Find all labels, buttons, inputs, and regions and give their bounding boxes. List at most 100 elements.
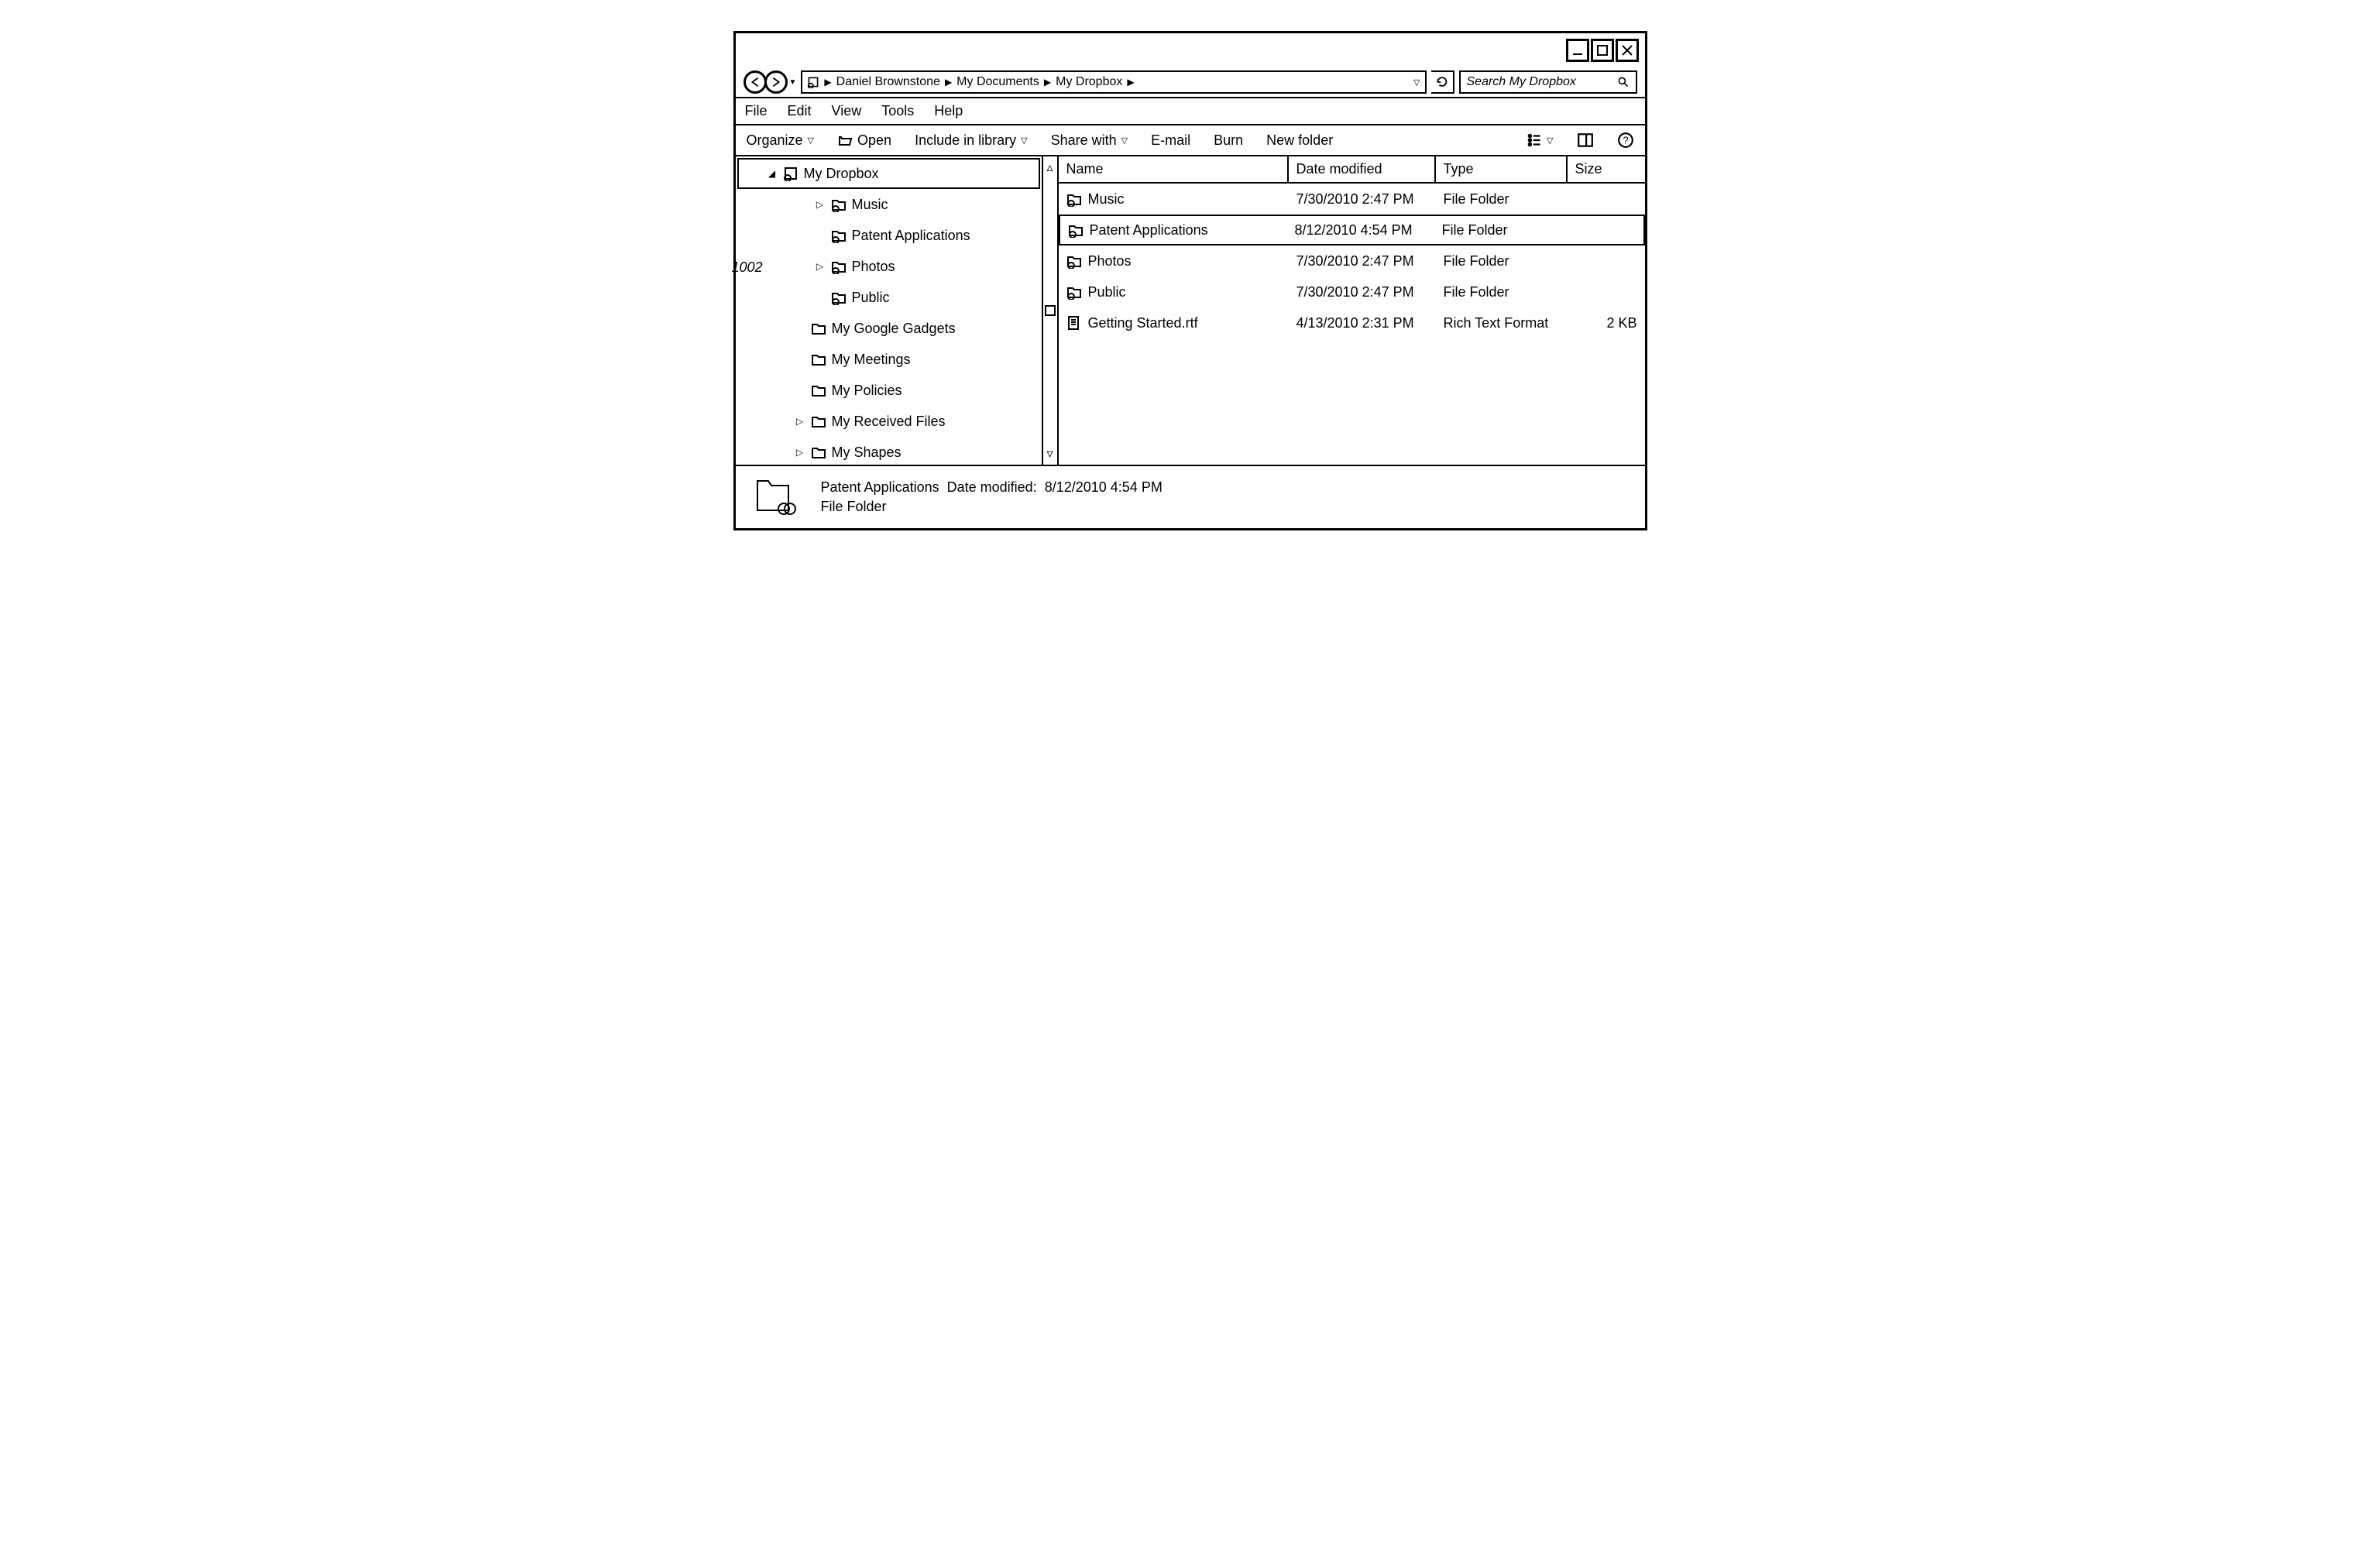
organize-button[interactable]: Organize ▽ — [747, 132, 815, 149]
menu-view[interactable]: View — [832, 103, 862, 119]
folder-icon — [810, 352, 827, 367]
column-headers: Name Date modified Type Size — [1059, 156, 1645, 184]
chevron-right-icon: ▶ — [1127, 77, 1134, 88]
sync-folder-icon — [830, 290, 847, 305]
tree-toggle-icon[interactable]: ▷ — [815, 261, 826, 272]
help-button[interactable] — [1617, 132, 1634, 149]
breadcrumb-dropdown[interactable]: ▽ — [1413, 77, 1420, 88]
tree-item[interactable]: ▷ My Received Files — [736, 406, 1042, 437]
tree-item[interactable]: ▷ My Shapes — [736, 437, 1042, 468]
breadcrumb-segment[interactable]: My Dropbox — [1056, 75, 1122, 89]
details-date: 8/12/2010 4:54 PM — [1045, 479, 1163, 495]
file-size: 2 KB — [1568, 315, 1645, 331]
tree-item-label: My Received Files — [832, 414, 946, 430]
tree-item[interactable]: Patent Applications — [736, 220, 1042, 251]
column-type[interactable]: Type — [1436, 156, 1568, 182]
open-button[interactable]: Open — [837, 132, 891, 149]
callout-annotation: 1002 — [732, 259, 763, 276]
menubar: File Edit View Tools Help — [736, 97, 1645, 125]
sync-folder-icon — [1066, 284, 1082, 300]
column-date[interactable]: Date modified — [1289, 156, 1436, 182]
sync-folder-icon — [830, 259, 847, 274]
search-input[interactable]: Search My Dropbox — [1459, 70, 1637, 94]
maximize-button[interactable] — [1591, 39, 1614, 62]
file-type: File Folder — [1436, 284, 1568, 300]
tree-toggle-icon[interactable]: ▷ — [815, 199, 826, 210]
dropbox-icon — [782, 166, 799, 181]
minimize-button[interactable] — [1566, 39, 1589, 62]
file-row[interactable]: Patent Applications8/12/2010 4:54 PMFile… — [1059, 215, 1645, 245]
share-with-button[interactable]: Share with ▽ — [1051, 132, 1128, 149]
sync-folder-icon — [1068, 222, 1084, 238]
menu-tools[interactable]: Tools — [881, 103, 914, 119]
titlebar — [736, 33, 1645, 67]
back-button[interactable] — [744, 70, 767, 94]
file-row[interactable]: Getting Started.rtf4/13/2010 2:31 PMRich… — [1059, 307, 1645, 338]
chevron-right-icon: ▶ — [824, 77, 831, 88]
scroll-down-icon[interactable]: ▿ — [1046, 446, 1053, 462]
menu-file[interactable]: File — [745, 103, 768, 119]
include-library-button[interactable]: Include in library ▽ — [915, 132, 1028, 149]
sync-folder-icon — [830, 228, 847, 243]
file-date: 7/30/2010 2:47 PM — [1289, 253, 1436, 269]
history-dropdown[interactable]: ▼ — [789, 78, 797, 87]
breadcrumb[interactable]: ▶ Daniel Brownstone ▶ My Documents ▶ My … — [801, 70, 1426, 94]
search-placeholder: Search My Dropbox — [1467, 75, 1576, 89]
details-pane: Patent Applications Date modified: 8/12/… — [736, 466, 1645, 528]
refresh-button[interactable] — [1431, 70, 1454, 94]
file-date: 4/13/2010 2:31 PM — [1289, 315, 1436, 331]
file-row[interactable]: Music 7/30/2010 2:47 PMFile Folder — [1059, 184, 1645, 215]
breadcrumb-segment[interactable]: My Documents — [956, 75, 1039, 89]
forward-button[interactable] — [764, 70, 788, 94]
scroll-up-icon[interactable]: ▵ — [1046, 160, 1053, 175]
tree-item-label: Public — [852, 290, 890, 306]
tree-item[interactable]: ▷ Music — [736, 189, 1042, 220]
email-button[interactable]: E-mail — [1151, 132, 1190, 149]
navbar: ▼ ▶ Daniel Brownstone ▶ My Documents ▶ M… — [736, 67, 1645, 97]
tree-scrollbar[interactable]: ▵ ▿ — [1042, 156, 1057, 465]
search-icon — [1617, 76, 1630, 88]
menu-edit[interactable]: Edit — [788, 103, 812, 119]
file-row[interactable]: Photos7/30/2010 2:47 PMFile Folder — [1059, 245, 1645, 276]
column-name[interactable]: Name — [1059, 156, 1289, 182]
new-folder-button[interactable]: New folder — [1266, 132, 1333, 149]
file-date: 7/30/2010 2:47 PM — [1289, 191, 1436, 208]
file-name: Public — [1088, 284, 1126, 300]
file-name: Music — [1088, 191, 1125, 208]
tree-item-label: My Policies — [832, 383, 902, 399]
chevron-right-icon: ▶ — [1044, 77, 1051, 88]
tree-item[interactable]: ◢My Dropbox — [737, 158, 1040, 189]
file-name: Patent Applications — [1090, 222, 1208, 239]
tree-item[interactable]: My Policies — [736, 375, 1042, 406]
tree-item-label: My Google Gadgets — [832, 321, 956, 337]
folder-open-icon — [837, 132, 853, 148]
file-row[interactable]: Public 7/30/2010 2:47 PMFile Folder — [1059, 276, 1645, 307]
tree-toggle-icon[interactable]: ▷ — [795, 416, 805, 427]
file-date: 8/12/2010 4:54 PM — [1287, 222, 1434, 239]
dropbox-icon — [807, 76, 819, 88]
tree-item[interactable]: My Google Gadgets — [736, 313, 1042, 344]
chevron-right-icon: ▶ — [945, 77, 952, 88]
file-type: File Folder — [1436, 191, 1568, 208]
tree-item-label: Music — [852, 197, 888, 213]
file-date: 7/30/2010 2:47 PM — [1289, 284, 1436, 300]
view-options-button[interactable]: ▽ — [1527, 132, 1553, 149]
sync-folder-icon — [1066, 191, 1082, 207]
breadcrumb-segment[interactable]: Daniel Brownstone — [836, 75, 940, 89]
tree-toggle-icon[interactable]: ▷ — [795, 447, 805, 458]
close-button[interactable] — [1616, 39, 1639, 62]
tree-item-label: Patent Applications — [852, 228, 970, 244]
burn-button[interactable]: Burn — [1214, 132, 1243, 149]
column-size[interactable]: Size — [1568, 156, 1645, 182]
scroll-thumb[interactable] — [1045, 305, 1056, 316]
rtf-icon — [1066, 315, 1082, 331]
tree-item[interactable]: My Meetings — [736, 344, 1042, 375]
file-list: Name Date modified Type Size Music 7/30/2… — [1057, 156, 1645, 465]
tree-item[interactable]: ▷Photos — [736, 251, 1042, 282]
tree-toggle-icon[interactable]: ◢ — [767, 168, 778, 179]
folder-shared-icon — [751, 476, 798, 519]
preview-pane-button[interactable] — [1577, 132, 1594, 149]
tree-item-label: My Shapes — [832, 445, 902, 461]
tree-item[interactable]: Public — [736, 282, 1042, 313]
menu-help[interactable]: Help — [934, 103, 963, 119]
